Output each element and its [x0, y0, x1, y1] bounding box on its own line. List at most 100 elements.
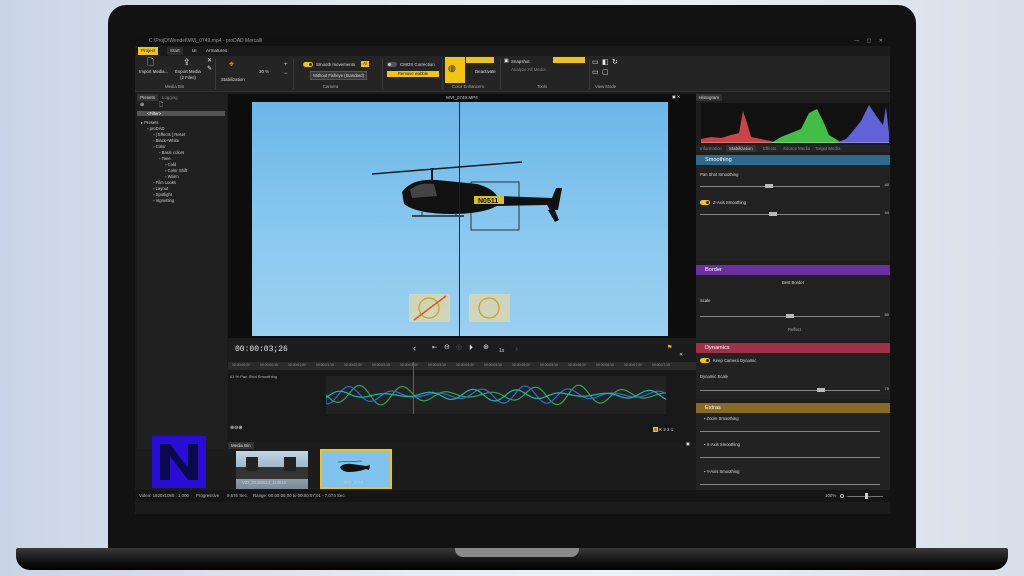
- snapshot-button[interactable]: Snapshot: [511, 59, 530, 64]
- key-3[interactable]: 3: [667, 427, 669, 432]
- dynamic-scale-slider[interactable]: [700, 388, 880, 392]
- scale-thumb[interactable]: [786, 314, 794, 318]
- z-axis-slider[interactable]: [700, 212, 880, 216]
- tab-presets[interactable]: Presets: [137, 94, 158, 101]
- tree-item[interactable]: ▫ Basic colors: [159, 150, 184, 155]
- tab-logging[interactable]: Logging: [159, 94, 181, 101]
- tab-source-media[interactable]: Source Media: [780, 145, 813, 152]
- tab-start[interactable]: Start: [167, 47, 183, 55]
- export-media-button[interactable]: Export Media: [175, 69, 201, 74]
- pan-shot-thumb[interactable]: [765, 184, 774, 188]
- frame-forward-icon[interactable]: ⊕: [483, 343, 489, 353]
- edit-icon[interactable]: ✎: [207, 66, 212, 72]
- section-dynamics[interactable]: Dynamics: [696, 343, 890, 353]
- tree-item[interactable]: ▫ [ Effects ] Reset: [153, 132, 185, 137]
- smooth-movements-toggle[interactable]: [303, 62, 313, 67]
- smooth-badge[interactable]: Al: [361, 61, 369, 67]
- zoom-slider-thumb[interactable]: [865, 493, 868, 499]
- playhead[interactable]: [413, 362, 414, 414]
- filter-input[interactable]: <Filter>: [137, 111, 225, 116]
- smoothing-graph[interactable]: [325, 376, 667, 414]
- tree-item[interactable]: ▫ Film Looks: [153, 180, 176, 185]
- next-icon[interactable]: ›: [515, 343, 518, 353]
- marker-icon[interactable]: ⚑: [667, 343, 672, 353]
- view-display-icon[interactable]: ▢: [602, 69, 609, 76]
- maximize-icon[interactable]: ▣ ✕: [672, 95, 680, 99]
- zoom-plus-button[interactable]: +: [284, 62, 288, 68]
- tab-project[interactable]: Project: [138, 47, 159, 55]
- tree-item[interactable]: ▫ Warm: [165, 174, 179, 179]
- tree-item[interactable]: ▫ Vignetting: [153, 198, 174, 203]
- zoom-smoothing-slider[interactable]: [700, 431, 880, 432]
- tab-ui[interactable]: UI: [189, 47, 200, 55]
- timeline-ruler[interactable]: 00:00:00;00 00:00:00;15 00:00:01;00 00:00:0…: [228, 362, 696, 370]
- clear-marker-icon[interactable]: ✕: [679, 350, 683, 360]
- tree-item[interactable]: ▫ Color: [153, 144, 166, 149]
- y-axis-slider[interactable]: [700, 484, 880, 485]
- key-k[interactable]: K: [659, 427, 662, 432]
- fisheye-select[interactable]: Without Fisheye (Standard): [310, 71, 367, 80]
- x-axis-slider[interactable]: [700, 457, 880, 458]
- view-monitor-icon[interactable]: ▭: [592, 69, 599, 76]
- view-refresh-icon[interactable]: ↻: [612, 59, 618, 66]
- best-border-label[interactable]: Best Border: [782, 280, 804, 285]
- stabilization-icon[interactable]: ⌖: [229, 60, 234, 69]
- add-icon[interactable]: ⊕: [140, 103, 144, 108]
- view-split-icon[interactable]: ◧: [602, 59, 609, 66]
- keep-dynamic-toggle[interactable]: [700, 358, 710, 363]
- key-2[interactable]: 2: [663, 427, 665, 432]
- cmos-toggle[interactable]: [387, 62, 397, 67]
- snapshot-icon[interactable]: ▣: [504, 59, 509, 64]
- tab-histogram[interactable]: Histogram: [696, 94, 723, 101]
- key-1[interactable]: S: [653, 427, 658, 432]
- section-smoothing[interactable]: Smoothing: [696, 155, 890, 165]
- view-single-icon[interactable]: ▭: [592, 59, 599, 66]
- tab-information[interactable]: Information: [697, 145, 725, 152]
- tree-item[interactable]: ▫ Tone: [159, 156, 171, 161]
- z-axis-toggle[interactable]: [700, 200, 710, 205]
- video-frame[interactable]: N0511: [252, 102, 668, 336]
- tab-target-media[interactable]: Target Media: [812, 145, 843, 152]
- play-icon[interactable]: ⏵: [469, 343, 473, 353]
- section-extras[interactable]: Extras: [696, 403, 890, 413]
- import-media-icon[interactable]: 🗋: [147, 58, 154, 67]
- new-preset-icon[interactable]: 🗋: [159, 103, 163, 108]
- key-s[interactable]: 1: [671, 427, 673, 432]
- tab-stabilization[interactable]: Stabilization: [726, 145, 756, 152]
- speed-button[interactable]: 1x: [499, 346, 504, 356]
- analyze-all-button[interactable]: Analyze All Media: [511, 67, 546, 72]
- zoom-minus-button[interactable]: −: [284, 71, 288, 77]
- deactivate-button[interactable]: Deactivate: [475, 69, 496, 74]
- tab-armatures[interactable]: Armatures: [203, 47, 230, 55]
- tree-item[interactable]: ▫ Color Shift: [165, 168, 187, 173]
- dynamic-scale-thumb[interactable]: [816, 388, 825, 392]
- z-axis-thumb[interactable]: [768, 212, 777, 216]
- stabilization-button[interactable]: Stabilization: [221, 77, 245, 82]
- timeline-keys[interactable]: S K 2 3 1: [653, 427, 673, 432]
- expand-icon[interactable]: ▣: [686, 442, 690, 446]
- scale-slider[interactable]: [700, 314, 880, 318]
- section-border[interactable]: Border: [696, 265, 890, 275]
- split-divider[interactable]: [459, 102, 460, 336]
- tree-item[interactable]: ▫ proDAD: [147, 126, 165, 131]
- import-media-button[interactable]: Import Media...: [139, 69, 168, 74]
- tree-item[interactable]: ▸ Presets: [141, 120, 158, 125]
- window-controls[interactable]: — ▢ ✕: [854, 38, 886, 44]
- tab-media-bin[interactable]: Media Bin: [228, 442, 254, 449]
- zoom-out-icon[interactable]: [840, 494, 844, 498]
- tree-item[interactable]: ▫ Spotlight: [153, 192, 172, 197]
- previous-icon[interactable]: ‹: [413, 343, 416, 353]
- pan-shot-slider[interactable]: [700, 184, 880, 188]
- reflect-option[interactable]: Reflect: [788, 327, 801, 332]
- tree-item[interactable]: ▫ Layout: [153, 186, 168, 191]
- tree-item[interactable]: ▫ Black+White: [153, 138, 179, 143]
- loop-icon[interactable]: ◎: [456, 343, 462, 353]
- remove-wobble-button[interactable]: Remove wobble: [387, 71, 439, 77]
- close-icon[interactable]: ✕: [207, 58, 212, 64]
- step-back-icon[interactable]: ⇤: [432, 343, 437, 353]
- zoom-in-icon[interactable]: ⊕⊖⊕: [230, 426, 243, 431]
- tab-effects[interactable]: Effects: [760, 145, 779, 152]
- frame-back-icon[interactable]: ⊖: [444, 343, 450, 353]
- export-media-icon[interactable]: ⇪: [183, 58, 191, 67]
- tree-item[interactable]: ▫ Cold: [165, 162, 176, 167]
